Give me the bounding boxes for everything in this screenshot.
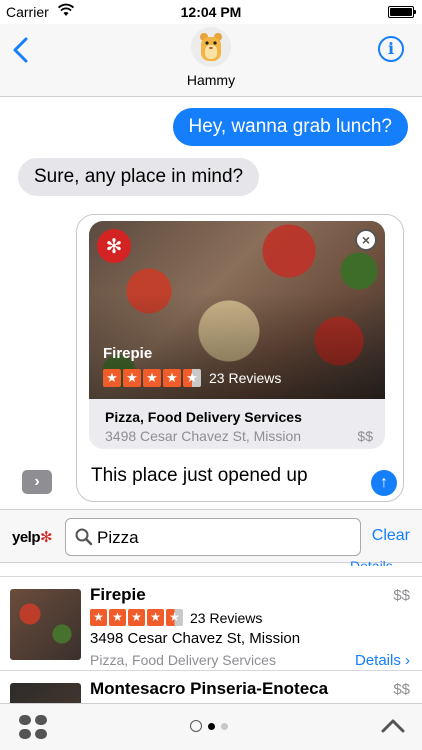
half-star-icon: ★ [183,369,201,387]
send-arrow-icon[interactable]: ↑ [371,470,397,496]
star-icon: ★ [90,609,107,626]
result-price: $$ [393,681,410,698]
search-icon [75,528,93,546]
page-dot-active[interactable] [208,722,215,730]
card-address: 3498 Cesar Chavez St, Mission [105,428,302,444]
info-icon[interactable]: i [378,36,404,62]
star-icon: ★ [143,369,161,387]
result-categories: Pizza, Food Delivery Services [90,652,276,668]
star-icon: ★ [128,609,145,626]
compose-field[interactable]: ✻ × Firepie ★ ★ ★ ★ ★ 23 Reviews Pizza, … [76,214,404,502]
message-input[interactable]: This place just opened up [91,465,308,487]
search-query: Pizza [97,528,139,547]
star-icon: ★ [147,609,164,626]
avatar[interactable] [191,27,231,67]
page-indicator[interactable] [190,720,228,732]
card-price: $$ [357,428,373,444]
card-star-rating: ★ ★ ★ ★ ★ 23 Reviews [103,369,281,387]
yelp-logo: yelp✻ [12,528,53,546]
expand-chevron-icon[interactable]: › [22,470,52,494]
clear-button[interactable]: Clear [372,527,410,545]
recent-clock-icon[interactable] [190,720,202,732]
result-name: Firepie [90,585,146,604]
star-icon: ★ [109,609,126,626]
card-info: Pizza, Food Delivery Services 3498 Cesar… [89,399,385,449]
result-name: Montesacro Pinseria-Enoteca [90,679,329,698]
star-icon: ★ [123,369,141,387]
card-review-count: 23 Reviews [209,370,282,386]
result-price: $$ [393,587,410,604]
result-review-count: 23 Reviews [190,609,263,626]
card-categories: Pizza, Food Delivery Services [105,409,302,425]
previous-details-link[interactable]: Details [350,558,393,566]
yelp-business-card[interactable]: ✻ × Firepie ★ ★ ★ ★ ★ 23 Reviews Pizza, … [89,221,385,449]
star-icon: ★ [163,369,181,387]
back-chevron-icon[interactable] [10,36,34,64]
incoming-message[interactable]: Sure, any place in mind? [18,158,260,196]
conversation-header: Hammy i [0,24,422,97]
chevron-up-icon[interactable] [380,714,406,738]
result-star-rating: ★ ★ ★ ★ ★ 23 Reviews [90,609,262,626]
yelp-search-bar: yelp✻ Pizza Clear [0,509,422,563]
half-star-icon: ★ [166,609,183,626]
result-row[interactable]: Firepie $$ ★ ★ ★ ★ ★ 23 Reviews 3498 Ces… [0,576,422,670]
result-thumbnail [10,589,81,660]
app-drawer-bar [0,703,422,750]
yelp-burst-icon: ✻ [97,229,131,263]
outgoing-message[interactable]: Hey, wanna grab lunch? [172,108,408,146]
page-dot[interactable] [221,722,228,730]
hamster-avatar-icon [200,33,222,61]
details-link[interactable]: Details › [355,652,410,669]
contact-name[interactable]: Hammy [0,72,422,88]
battery-icon [388,6,416,18]
yelp-burst-icon: ✻ [40,529,53,546]
star-icon: ★ [103,369,121,387]
status-bar: Carrier 12:04 PM [0,0,422,24]
clock: 12:04 PM [180,4,242,20]
app-drawer-icon[interactable] [18,714,48,740]
close-icon[interactable]: × [355,229,377,251]
yelp-logo-text: yelp [12,529,41,546]
result-address: 3498 Cesar Chavez St, Mission [90,630,301,647]
card-business-name: Firepie [103,345,153,362]
search-input[interactable]: Pizza [65,518,361,556]
